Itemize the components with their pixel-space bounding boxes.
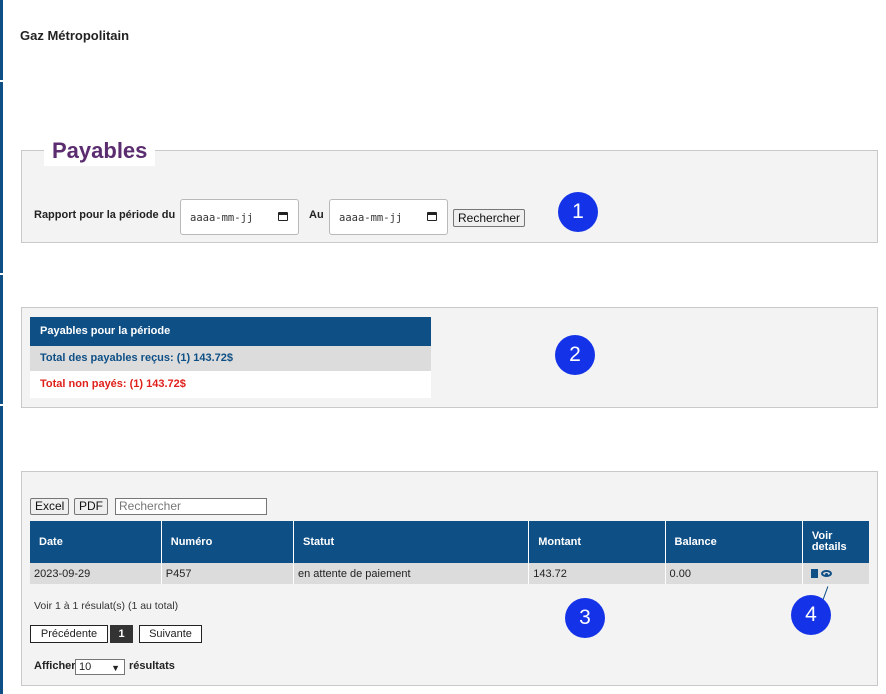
table-search-input[interactable]: Rechercher [115, 498, 267, 515]
pdf-icon[interactable] [810, 569, 818, 579]
period-label: Rapport pour la période du [34, 209, 176, 221]
calendar-icon[interactable] [278, 212, 288, 221]
cell-montant: 143.72 [528, 563, 666, 584]
annotation-badge-3: 3 [565, 598, 605, 638]
table-row: 2023-09-29 P457 en attente de paiement 1… [30, 563, 869, 584]
page-title: Payables [44, 136, 156, 166]
cell-balance: 0.00 [665, 563, 803, 584]
pdf-export-button[interactable]: PDF [74, 498, 108, 515]
company-name: Gaz Métropolitain [20, 28, 130, 43]
current-page-button[interactable]: 1 [110, 625, 133, 643]
annotation-badge-2: 2 [555, 335, 595, 375]
next-page-button[interactable]: Suivante [139, 625, 202, 643]
annotation-badge-4: 4 [791, 595, 831, 635]
pagination-info: Voir 1 à 1 résulat(s) (1 au total) [34, 600, 179, 612]
column-header-statut[interactable]: Statut [293, 521, 530, 563]
summary-header: Payables pour la période [30, 317, 431, 346]
date-to-label: Au [309, 209, 324, 221]
table-header-row: Date Numéro Statut Montant Balance Voir … [30, 521, 869, 563]
total-unpaid: Total non payés: (1) 143.72$ [30, 371, 431, 398]
page-length-label: Afficher [34, 660, 76, 672]
column-header-date[interactable]: Date [30, 521, 162, 563]
date-from-placeholder: aaaa-mm-jj [190, 212, 254, 224]
column-header-details: Voir details [802, 521, 869, 563]
page-length-value: 10 [79, 661, 92, 673]
page-length-suffix: résultats [129, 660, 175, 672]
search-button[interactable]: Rechercher [453, 209, 526, 227]
total-received: Total des payables reçus: (1) 143.72$ [30, 346, 431, 371]
rail-divider [0, 404, 3, 406]
page-length-select[interactable]: 10 ▼ [75, 659, 125, 675]
payables-table: Date Numéro Statut Montant Balance Voir … [30, 521, 869, 584]
left-rail [0, 0, 3, 694]
cell-numero: P457 [161, 563, 295, 584]
calendar-icon[interactable] [427, 212, 437, 221]
date-to-input[interactable]: aaaa-mm-jj [329, 199, 448, 235]
rail-divider [0, 80, 3, 82]
date-to-placeholder: aaaa-mm-jj [339, 212, 403, 224]
cell-statut: en attente de paiement [293, 563, 530, 584]
rail-divider [0, 273, 3, 275]
column-header-balance[interactable]: Balance [665, 521, 803, 563]
cell-date: 2023-09-29 [30, 563, 162, 584]
cell-actions [802, 563, 869, 584]
chevron-down-icon: ▼ [111, 663, 120, 673]
date-from-input[interactable]: aaaa-mm-jj [180, 199, 299, 235]
column-header-numero[interactable]: Numéro [161, 521, 295, 563]
column-header-montant[interactable]: Montant [528, 521, 666, 563]
previous-page-button[interactable]: Précédente [30, 625, 108, 643]
summary-table: Payables pour la période Total des payab… [30, 317, 431, 398]
excel-export-button[interactable]: Excel [30, 498, 70, 515]
annotation-badge-1: 1 [558, 192, 598, 232]
eye-icon[interactable] [820, 570, 832, 578]
